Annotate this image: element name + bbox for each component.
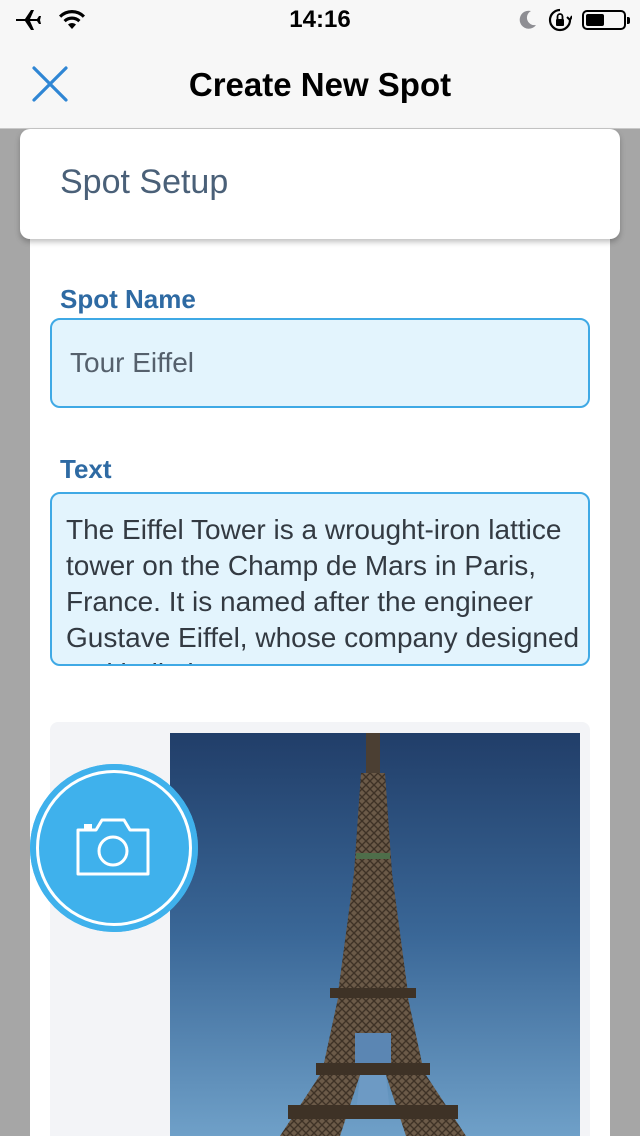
page-title: Create New Spot: [188, 66, 452, 103]
battery-level: [586, 14, 604, 26]
spot-setup-card: Spot Setup: [20, 129, 620, 239]
text-field-box: The Eiffel Tower is a wrought-iron latti…: [50, 492, 590, 666]
spot-name-label: Spot Name: [60, 284, 196, 314]
camera-icon: [76, 818, 150, 876]
text-input[interactable]: The Eiffel Tower is a wrought-iron latti…: [66, 512, 581, 664]
text-label: Text: [60, 454, 112, 484]
add-photo-button[interactable]: [30, 764, 198, 932]
section-title: Spot Setup: [60, 163, 229, 201]
eiffel-tower-photo: [170, 733, 580, 1136]
moon-icon: [519, 10, 536, 29]
spot-name-field-box: [50, 318, 590, 408]
spot-name-input[interactable]: [70, 320, 570, 406]
orientation-lock-icon: [548, 8, 572, 32]
nav-bar: Create New Spot: [0, 40, 640, 128]
status-right: [518, 8, 630, 32]
top-bar: 14:16 Create New Spot: [0, 0, 640, 129]
status-bar: 14:16: [0, 0, 640, 40]
battery-icon: [582, 10, 630, 30]
